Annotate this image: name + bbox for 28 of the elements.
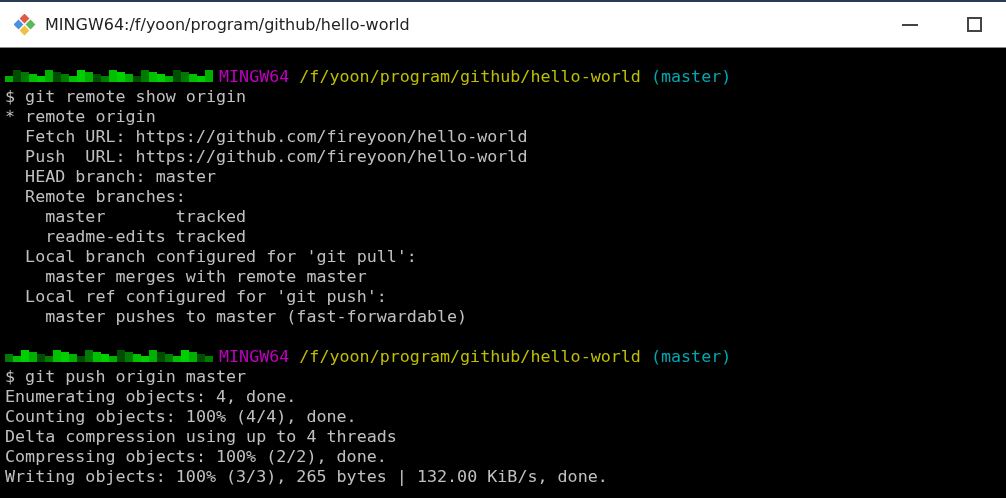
path-text: /f/yoon/program/github/hello-world (299, 66, 641, 86)
terminal-line: master merges with remote master (44, 266, 367, 286)
maximize-icon (966, 17, 982, 32)
terminal-line: $ git remote show origin (5, 86, 247, 106)
shell-name: MINGW64 (219, 66, 290, 86)
branch-name: (master) (650, 346, 732, 366)
terminal-line: Writing objects: 100% (3/3), 265 bytes | 132.00 KiB/s, done. (5, 466, 608, 486)
shell-name: MINGW64 (219, 346, 290, 366)
terminal-line: Compressing objects: 100% (2/2), done. (5, 446, 387, 466)
branch-name: (master) (650, 66, 732, 86)
terminal-line: HEAD branch: master (24, 166, 216, 186)
terminal-line: readme-edits tracked (44, 226, 247, 246)
terminal-line: Fetch URL: https://github.com/fireyoon/hello-world (24, 126, 528, 146)
terminal-line: Enumerating objects: 4, done. (5, 386, 297, 406)
terminal-line: $ git push origin master (5, 366, 247, 386)
path-text: /f/yoon/program/github/hello-world (299, 346, 641, 366)
terminal-line: Local branch configured for 'git pull': (24, 246, 417, 266)
terminal-line: Delta compression using up to 4 threads (5, 426, 397, 446)
terminal-line: master pushes to master (fast-forwardable) (44, 306, 468, 326)
terminal-line: master tracked (44, 206, 247, 226)
terminal-line: * remote origin (5, 106, 156, 126)
terminal-line: Local ref configured for 'git push': (24, 286, 387, 306)
minimize-icon (902, 23, 918, 26)
terminal-line: Counting objects: 100% (4/4), done. (5, 406, 357, 426)
terminal-line: Push URL: https://github.com/fireyoon/hello-world (24, 146, 528, 166)
app-icon (14, 13, 36, 36)
window-title: MINGW64:/f/yoon/program/github/hello-world (45, 15, 410, 34)
terminal-line: Remote branches: (24, 186, 186, 206)
